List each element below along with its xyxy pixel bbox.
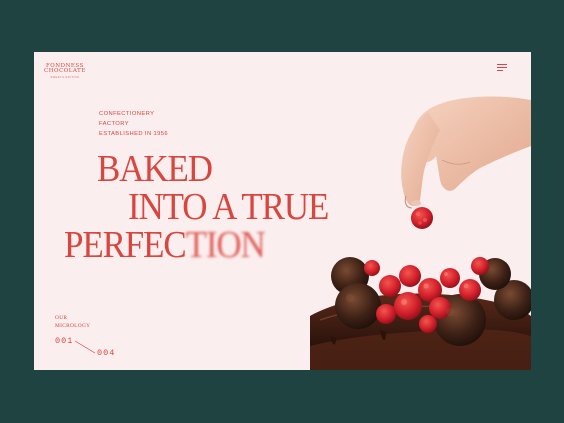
slide-counter[interactable]: 001 004 <box>55 336 135 360</box>
headline-line1: BAKED <box>97 148 213 190</box>
hero-card: FONDNESS CHOCOLATE SWEETS EDITION CONFEC… <box>34 52 531 370</box>
brand-name-line2: CHOCOLATE <box>44 68 86 75</box>
intro-line3: ESTABLISHED IN 1956 <box>99 131 169 138</box>
section-label-line1: OUR <box>55 315 68 321</box>
intro-text: CONFECTIONERY FACTORY ESTABLISHED IN 195… <box>99 109 168 140</box>
section-label[interactable]: OUR MICROLOGY <box>55 314 90 330</box>
headline-line3: PERFECTION <box>64 224 266 266</box>
brand-tagline: SWEETS EDITION <box>50 75 80 79</box>
counter-divider <box>74 340 96 354</box>
menu-icon[interactable] <box>497 64 507 72</box>
intro-line1: CONFECTIONERY <box>99 111 155 117</box>
headline-line2: INTO A TRUE <box>128 186 329 228</box>
headline-line3-part1: PERFEC <box>64 224 187 266</box>
intro-line2: FACTORY <box>99 121 129 128</box>
headline-line3-part2: TION <box>185 224 266 266</box>
total-slides: 004 <box>97 348 116 358</box>
section-label-line2: MICROLOGY <box>55 323 91 329</box>
cake-photo <box>310 96 531 370</box>
brand-logo[interactable]: FONDNESS CHOCOLATE SWEETS EDITION <box>44 63 86 79</box>
